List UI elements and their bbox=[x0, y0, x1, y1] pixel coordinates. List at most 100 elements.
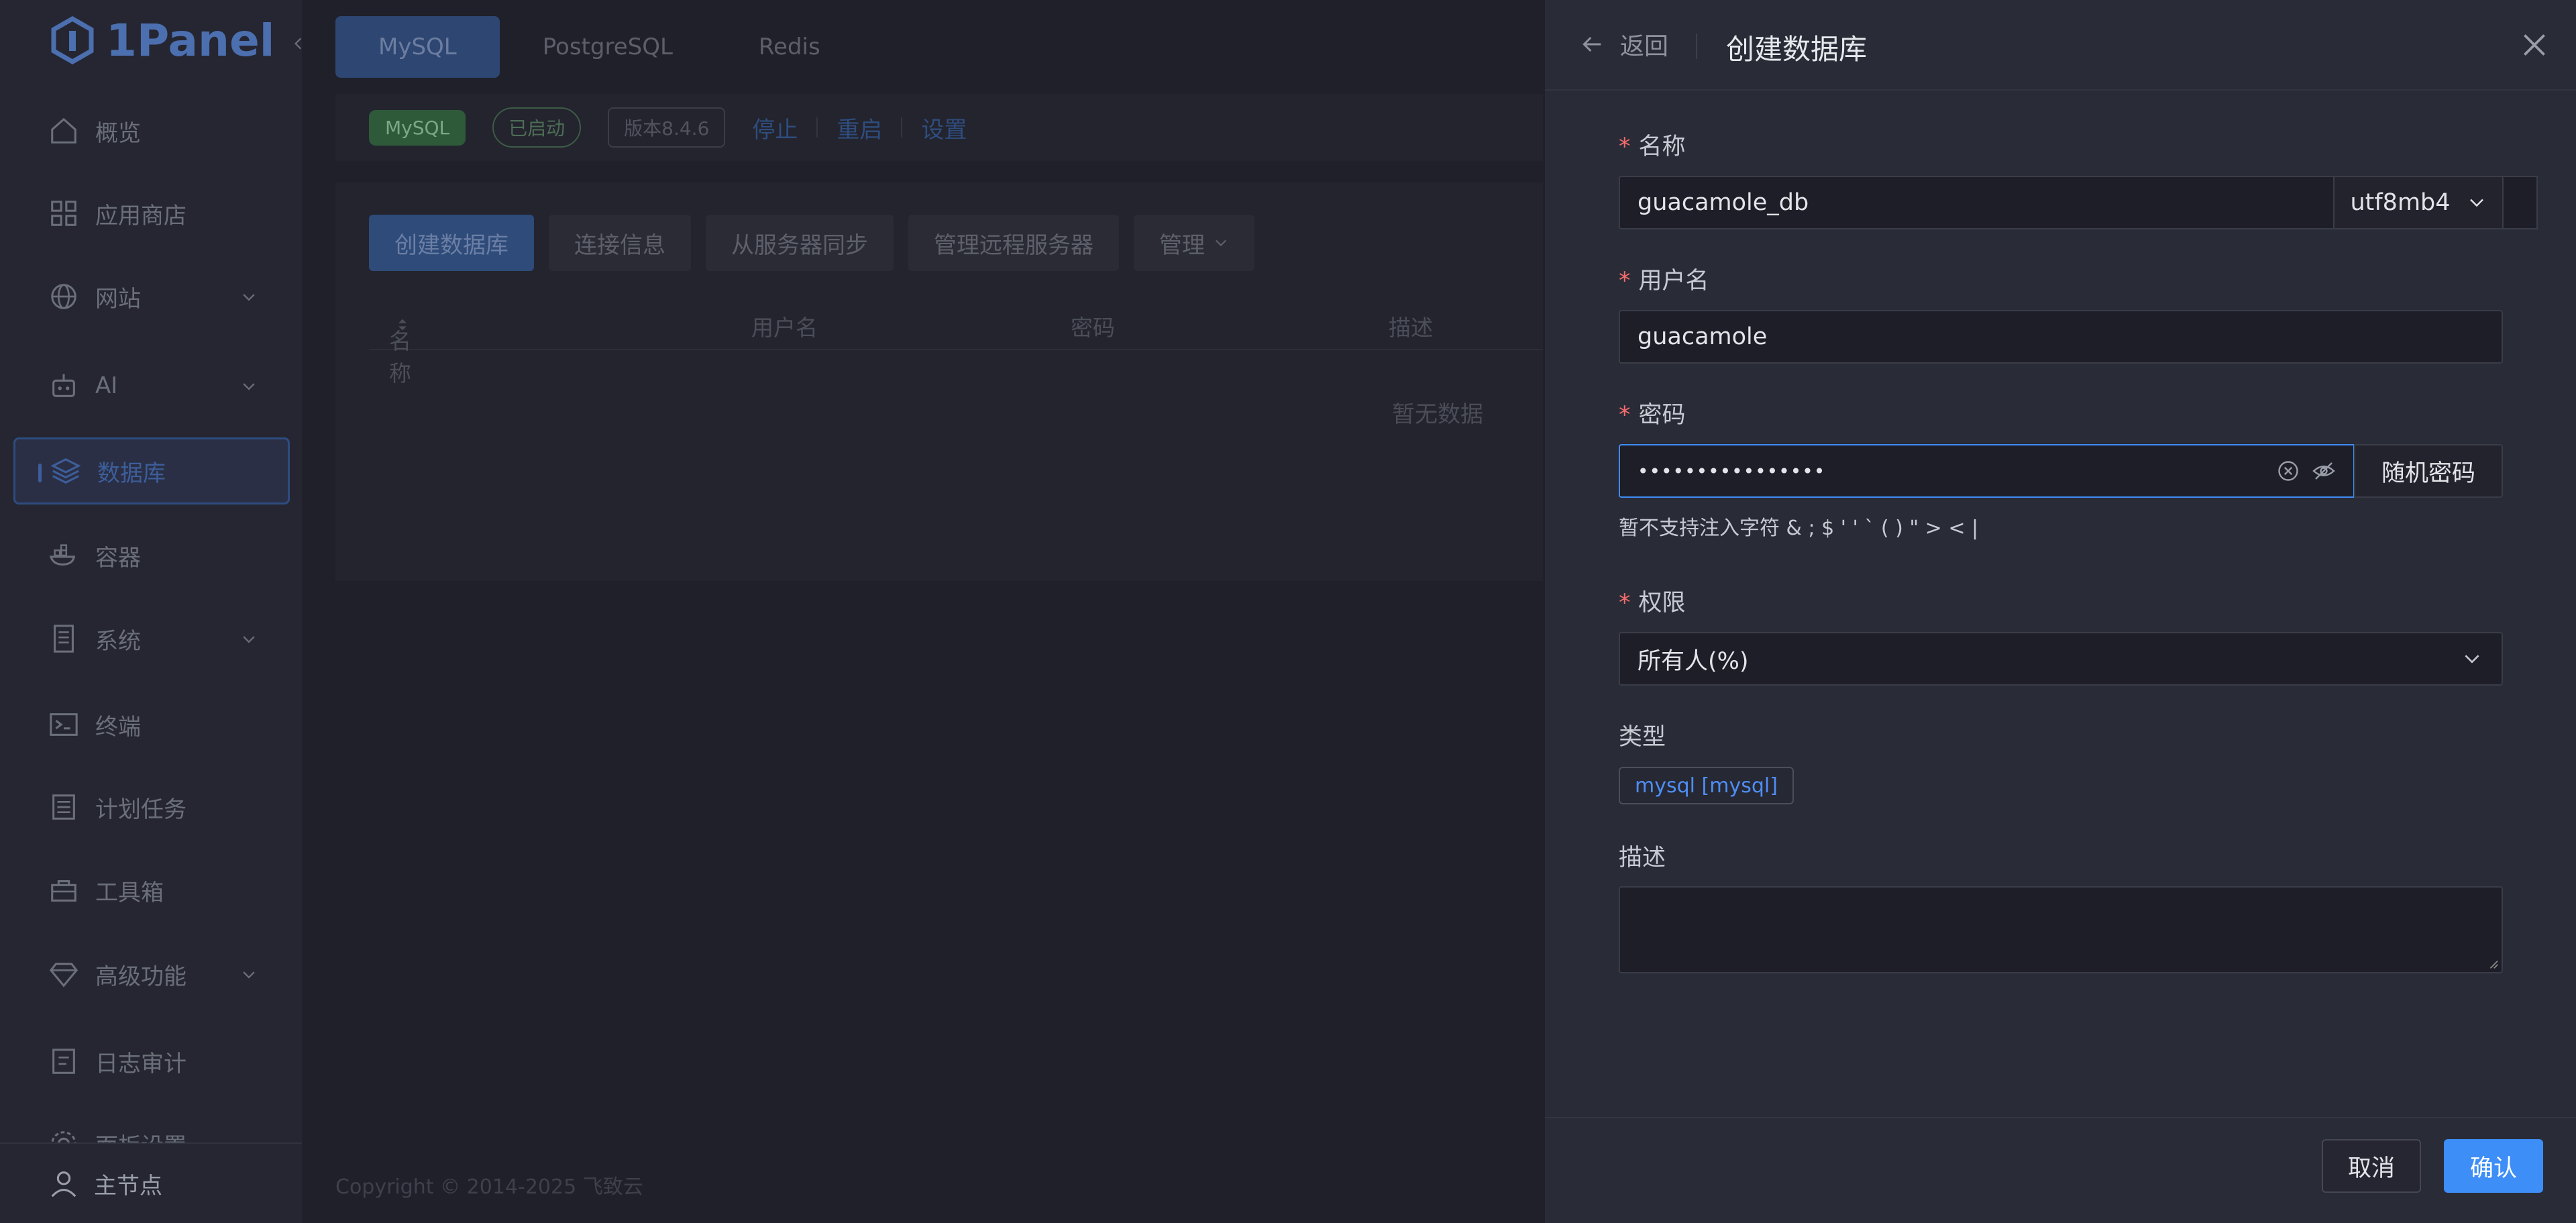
sidebar-item-label: 应用商店 bbox=[95, 202, 186, 229]
required-mark: * bbox=[1619, 134, 1631, 160]
stop-link[interactable]: 停止 bbox=[752, 111, 798, 144]
password-field-label: * 密码 bbox=[1619, 396, 1686, 430]
password-input[interactable]: •••••••••••••••• bbox=[1619, 444, 2355, 498]
divider bbox=[901, 117, 903, 138]
button-label: 随机密码 bbox=[2381, 460, 2475, 487]
app-logo[interactable]: 1Panel bbox=[48, 13, 274, 67]
input-value: guacamole_db bbox=[1638, 189, 1809, 216]
random-password-button[interactable]: 随机密码 bbox=[2354, 444, 2503, 498]
chevron-down-icon bbox=[243, 383, 255, 390]
current-node[interactable]: 主节点 bbox=[0, 1142, 302, 1223]
password-hint: 暂不支持注入字符 & ; $ ' ' ` ( ) " > < | bbox=[1619, 517, 1979, 540]
chevron-down-icon bbox=[243, 294, 255, 301]
sidebar-item-label: 工具箱 bbox=[95, 879, 164, 906]
divider bbox=[816, 117, 818, 138]
confirm-button[interactable]: 确认 bbox=[2444, 1139, 2543, 1193]
sidebar-item-overview[interactable]: 概览 bbox=[13, 97, 290, 164]
column-header-username: 用户名 bbox=[751, 315, 818, 341]
sidebar-item-cron[interactable]: 计划任务 bbox=[13, 774, 290, 841]
description-textarea[interactable] bbox=[1619, 886, 2503, 973]
label-text: 权限 bbox=[1638, 590, 1686, 617]
sidebar-item-label: 容器 bbox=[95, 544, 141, 572]
sidebar-item-audit-log[interactable]: 日志审计 bbox=[13, 1028, 290, 1095]
drawer-header: 返回 创建数据库 bbox=[1545, 0, 2576, 91]
sidebar-item-label: 日志审计 bbox=[95, 1050, 186, 1077]
sidebar-item-container[interactable]: 容器 bbox=[13, 522, 290, 589]
clear-icon[interactable] bbox=[2276, 459, 2300, 483]
resize-handle-icon[interactable] bbox=[2487, 957, 2499, 969]
diamond-icon bbox=[49, 963, 78, 988]
version-badge: 版本8.4.6 bbox=[608, 107, 726, 148]
create-database-button[interactable]: 创建数据库 bbox=[369, 215, 534, 271]
sidebar-item-label: AI bbox=[95, 372, 118, 399]
description-field-label: 描述 bbox=[1619, 845, 1666, 871]
column-header-label: 名称 bbox=[389, 328, 411, 386]
layers-icon bbox=[50, 458, 81, 484]
sidebar-item-database[interactable]: 数据库 bbox=[13, 437, 290, 504]
divider bbox=[1696, 34, 1697, 59]
sidebar-item-app-store[interactable]: 应用商店 bbox=[13, 180, 290, 247]
chevron-down-icon bbox=[243, 636, 255, 643]
app-status-bar: MySQL 已启动 版本8.4.6 停止 重启 设置 bbox=[335, 94, 1543, 161]
terminal-icon bbox=[50, 713, 78, 736]
tab-postgresql[interactable]: PostgreSQL bbox=[500, 16, 716, 78]
log-icon bbox=[52, 1049, 75, 1074]
manage-label: 管理 bbox=[1159, 231, 1205, 259]
input-value: •••••••••••••••• bbox=[1638, 460, 1826, 482]
sidebar-item-toolbox[interactable]: 工具箱 bbox=[13, 857, 290, 924]
settings-link[interactable]: 设置 bbox=[921, 111, 967, 144]
permission-select[interactable]: 所有人(%) bbox=[1619, 632, 2503, 686]
sidebar-item-website[interactable]: 网站 bbox=[13, 263, 290, 330]
sync-from-server-button[interactable]: 从服务器同步 bbox=[706, 215, 894, 271]
column-header-name[interactable]: 名称 bbox=[389, 310, 411, 386]
label-text: 用户名 bbox=[1638, 268, 1709, 295]
username-input[interactable]: guacamole bbox=[1619, 310, 2503, 364]
restart-link[interactable]: 重启 bbox=[837, 111, 882, 144]
tab-mysql[interactable]: MySQL bbox=[335, 16, 500, 78]
logo-text: 1Panel bbox=[106, 14, 275, 66]
sidebar-item-label: 高级功能 bbox=[95, 963, 186, 990]
column-header-password: 密码 bbox=[1071, 315, 1115, 341]
back-label: 返回 bbox=[1620, 33, 1669, 60]
empty-state-text: 暂无数据 bbox=[1392, 401, 1483, 428]
label-text: 名称 bbox=[1638, 134, 1686, 160]
input-value: guacamole bbox=[1638, 323, 1768, 350]
chevron-left-icon bbox=[294, 38, 302, 50]
list-icon bbox=[52, 794, 75, 820]
chevron-down-icon bbox=[1216, 240, 1226, 247]
manage-dropdown-button[interactable]: 管理 bbox=[1134, 215, 1254, 271]
column-header-description: 描述 bbox=[1389, 315, 1433, 341]
robot-icon bbox=[52, 374, 75, 397]
permission-field-label: * 权限 bbox=[1619, 584, 1686, 618]
database-list-card: 创建数据库 连接信息 从服务器同步 管理远程服务器 管理 名称 用户名 密码 描… bbox=[335, 182, 1543, 581]
active-indicator bbox=[38, 464, 42, 482]
status-badge: 已启动 bbox=[492, 107, 582, 148]
user-icon bbox=[51, 1171, 76, 1198]
sidebar-item-label: 终端 bbox=[95, 713, 141, 741]
container-icon bbox=[49, 544, 76, 566]
label-text: 密码 bbox=[1638, 402, 1686, 429]
node-label: 主节点 bbox=[94, 1172, 162, 1200]
sidebar-item-label: 数据库 bbox=[97, 460, 166, 487]
close-icon[interactable] bbox=[2518, 28, 2551, 62]
sidebar-item-system[interactable]: 系统 bbox=[13, 605, 290, 672]
manage-remote-servers-button[interactable]: 管理远程服务器 bbox=[908, 215, 1119, 271]
eye-off-icon[interactable] bbox=[2312, 459, 2336, 483]
sidebar-item-advanced[interactable]: 高级功能 bbox=[13, 941, 290, 1008]
table-header: 名称 用户名 密码 描述 bbox=[369, 297, 1543, 386]
arrow-left-icon bbox=[1582, 36, 1601, 52]
chevron-down-icon bbox=[2465, 655, 2479, 663]
sidebar-item-ai[interactable]: AI bbox=[13, 352, 290, 419]
cancel-button[interactable]: 取消 bbox=[2322, 1139, 2421, 1193]
sidebar-item-terminal[interactable]: 终端 bbox=[13, 691, 290, 758]
select-value: 所有人(%) bbox=[1638, 647, 1749, 675]
charset-value: utf8mb4 bbox=[2350, 189, 2451, 216]
tab-redis[interactable]: Redis bbox=[716, 16, 863, 78]
back-button[interactable]: 返回 bbox=[1578, 27, 1668, 62]
charset-select[interactable]: utf8mb4 bbox=[2333, 176, 2504, 229]
required-mark: * bbox=[1619, 590, 1631, 617]
connection-info-button[interactable]: 连接信息 bbox=[549, 215, 691, 271]
sidebar-item-label: 计划任务 bbox=[95, 796, 186, 823]
toolbar: 创建数据库 连接信息 从服务器同步 管理远程服务器 管理 bbox=[369, 215, 1254, 271]
collapse-sidebar-button[interactable] bbox=[285, 30, 312, 57]
